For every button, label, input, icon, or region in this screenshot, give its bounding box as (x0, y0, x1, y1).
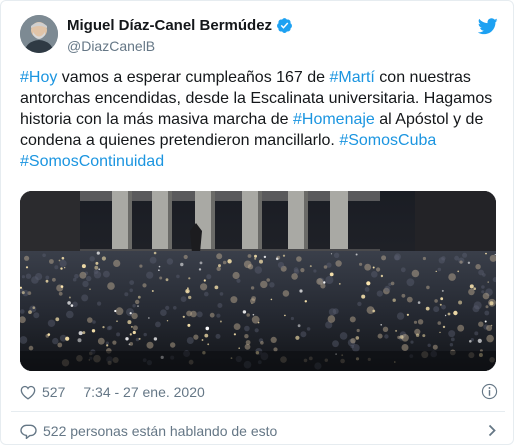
tweet-photo[interactable] (20, 191, 496, 371)
tweet-text: #Hoy vamos a esperar cumpleaños 167 de #… (20, 67, 498, 172)
tweet-meta: 527 7:34 - 27 ene. 2020 (20, 383, 498, 401)
verified-badge-icon (277, 18, 292, 33)
like-count: 527 (42, 384, 66, 400)
hashtag-link[interactable]: #Martí (330, 69, 375, 86)
footer-divider (11, 411, 505, 412)
comment-icon (20, 424, 37, 439)
author-display-name[interactable]: Miguel Díaz-Canel Bermúdez (67, 17, 293, 34)
conversation-text: 522 personas están hablando de esto (43, 423, 278, 439)
hashtag-link[interactable]: #SomosContinuidad (20, 153, 164, 170)
display-name-text: Miguel Díaz-Canel Bermúdez (67, 17, 273, 34)
hashtag-link[interactable]: #SomosCuba (339, 132, 436, 149)
tweet-header: Miguel Díaz-Canel Bermúdez @DiazCanelB (20, 15, 500, 61)
twitter-bird-icon[interactable] (478, 18, 498, 35)
heart-icon[interactable] (20, 385, 36, 400)
chevron-right-icon (488, 424, 496, 437)
hashtag-link[interactable]: #Homenaje (293, 111, 375, 128)
author-handle[interactable]: @DiazCanelB (67, 38, 155, 54)
info-icon[interactable] (481, 383, 498, 400)
tweet-timestamp[interactable]: 7:34 - 27 ene. 2020 (83, 384, 204, 400)
embedded-tweet-card: Miguel Díaz-Canel Bermúdez @DiazCanelB #… (0, 0, 514, 445)
tweet-text-segment: vamos a esperar cumpleaños 167 de (57, 69, 330, 86)
conversation-link[interactable]: 522 personas están hablando de esto (20, 421, 498, 441)
avatar[interactable] (20, 15, 58, 53)
hashtag-link[interactable]: #Hoy (20, 69, 57, 86)
